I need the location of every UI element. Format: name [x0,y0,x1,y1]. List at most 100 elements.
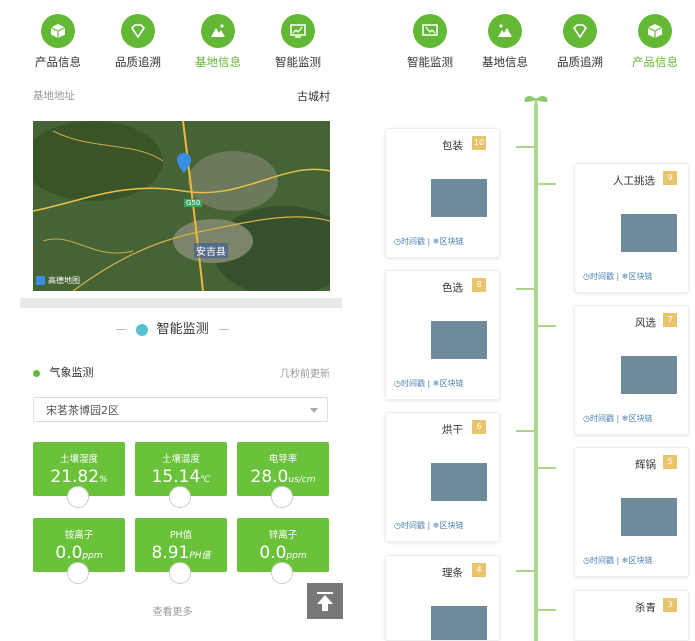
nav-item-quality-trace[interactable]: 品质追溯 [540,14,620,70]
blockchain-link[interactable]: 区块链 [628,272,652,281]
step-number: 10 [472,136,486,150]
sensor-value: 21.82 [50,467,100,487]
left-top-nav: 产品信息 品质追溯 基地信息 智能监测 [18,14,338,74]
nav-item-smart-monitor[interactable]: 智能监测 [390,14,470,70]
step-number: 3 [663,598,677,612]
timeline-branch [516,288,534,290]
step-number: 5 [663,455,677,469]
location-pin-icon[interactable] [177,153,191,173]
sensor-label: 电导率 [268,454,298,465]
nav-item-smart-monitor[interactable]: 智能监测 [258,14,338,70]
arrow-up-icon [317,592,333,611]
timestamp-link[interactable]: 时间戳 [590,556,614,565]
step-name: 烘干 [442,424,463,436]
address-label: 基地地址 [33,90,75,102]
nav-item-product-info[interactable]: 产品信息 [18,14,98,70]
clock-icon: ◷ [394,237,401,246]
right-panel: 智能监测 基地信息 品质追溯 产品信息 10 包装 ◷时间戳 | ❄区块链 8 … [345,0,695,641]
nav-label: 智能监测 [275,55,321,69]
timestamp-link[interactable]: 时间戳 [401,521,425,530]
sensor-unit: PH值 [189,551,211,561]
blockchain-link[interactable]: 区块链 [628,414,652,423]
timeline-step-card[interactable]: 3 杀青 [574,590,689,641]
chevron-down-icon [310,408,318,413]
step-photo [431,463,487,501]
sensor-card-soil-temp[interactable]: 土壤温度 15.14℃ [135,442,227,508]
timestamp-link[interactable]: 时间戳 [590,272,614,281]
back-to-top-button[interactable] [307,583,343,619]
timeline-step-card[interactable]: 7 风选 ◷时间戳 | ❄区块链 [574,305,689,435]
sensor-label: PH值 [169,530,193,541]
sensor-card-ph[interactable]: PH值 8.91PH值 [135,518,227,584]
sensor-card-zinc[interactable]: 锌离子 0.0ppm [237,518,329,584]
timeline-branch [538,325,556,327]
sensor-card-conductivity[interactable]: 电导率 28.0us/cm [237,442,329,508]
clock-icon: ◷ [583,556,590,565]
map-provider-logo: 高德地图 [36,275,80,286]
right-top-nav: 智能监测 基地信息 品质追溯 产品信息 [390,14,690,74]
title-dash [218,329,229,330]
timestamp-link[interactable]: 时间戳 [401,379,425,388]
timeline-step-card[interactable]: 10 包装 ◷时间戳 | ❄区块链 [385,128,500,258]
step-name: 理条 [442,567,463,579]
sensor-value: 28.0 [250,467,289,487]
timeline-step-card[interactable]: 9 人工挑选 ◷时间戳 | ❄区块链 [574,163,689,293]
timestamp-link[interactable]: 时间戳 [401,237,425,246]
sensor-unit: ℃ [200,475,211,485]
sensor-card-ammonium[interactable]: 铵离子 0.0ppm [33,518,125,584]
step-number: 4 [472,563,486,577]
updated-time: 几秒前更新 [280,369,330,380]
thermometer-icon [169,486,191,508]
sensor-value: 0.0 [259,543,287,563]
step-name: 包装 [442,140,463,152]
box-icon [41,14,75,48]
nav-label: 产品信息 [35,55,81,69]
base-map[interactable]: G50 安吉县 高德地图 [33,121,330,291]
weather-label: 气象监测 [49,366,94,379]
clock-icon: ◷ [394,521,401,530]
sensor-value: 8.91 [151,543,190,563]
nav-label: 产品信息 [632,55,678,69]
diamond-icon [121,14,155,48]
timeline-step-card[interactable]: 5 辉锅 ◷时间戳 | ❄区块链 [574,447,689,577]
step-photo [431,179,487,217]
nav-item-base-info[interactable]: 基地信息 [465,14,545,70]
monitor-icon [136,323,149,336]
clock-icon: ◷ [583,414,590,423]
step-name: 风选 [635,317,656,329]
ion-icon [67,562,89,584]
step-photo [621,214,677,252]
timestamp-link[interactable]: 时间戳 [590,414,614,423]
step-number: 6 [472,420,486,434]
mountain-icon [201,14,235,48]
address-row: 基地地址 古城村 [33,88,330,103]
sensor-value: 15.14 [151,467,201,487]
monitor-chart-icon [281,14,315,48]
nav-label: 基地信息 [195,55,241,69]
nav-label: 品质追溯 [115,55,161,69]
timeline-branch [538,609,556,611]
nav-item-quality-trace[interactable]: 品质追溯 [98,14,178,70]
blockchain-link[interactable]: 区块链 [439,521,463,530]
sensor-unit: ppm [286,551,307,561]
blockchain-link[interactable]: 区块链 [439,237,463,246]
sensor-card-soil-humidity[interactable]: 土壤湿度 21.82% [33,442,125,508]
timeline-step-card[interactable]: 6 烘干 ◷时间戳 | ❄区块链 [385,412,500,542]
navigation-arrow-icon [36,276,45,285]
blockchain-link[interactable]: 区块链 [628,556,652,565]
nav-item-product-info[interactable]: 产品信息 [615,14,695,70]
title-dash [116,329,127,330]
blockchain-link[interactable]: 区块链 [439,379,463,388]
timeline-branch [516,146,534,148]
step-photo [431,606,487,640]
sensor-label: 铵离子 [64,530,94,541]
see-more-link[interactable]: 查看更多 [0,603,345,618]
monitor-section-title: 智能监测 [0,318,345,337]
ion-icon [271,562,293,584]
nav-item-base-info[interactable]: 基地信息 [178,14,258,70]
step-number: 7 [663,313,677,327]
timeline-step-card[interactable]: 4 理条 [385,555,500,641]
area-select[interactable]: 宋茗茶博园2区 [33,397,328,422]
timeline-step-card[interactable]: 8 色选 ◷时间戳 | ❄区块链 [385,270,500,400]
step-name: 杀青 [635,602,656,614]
